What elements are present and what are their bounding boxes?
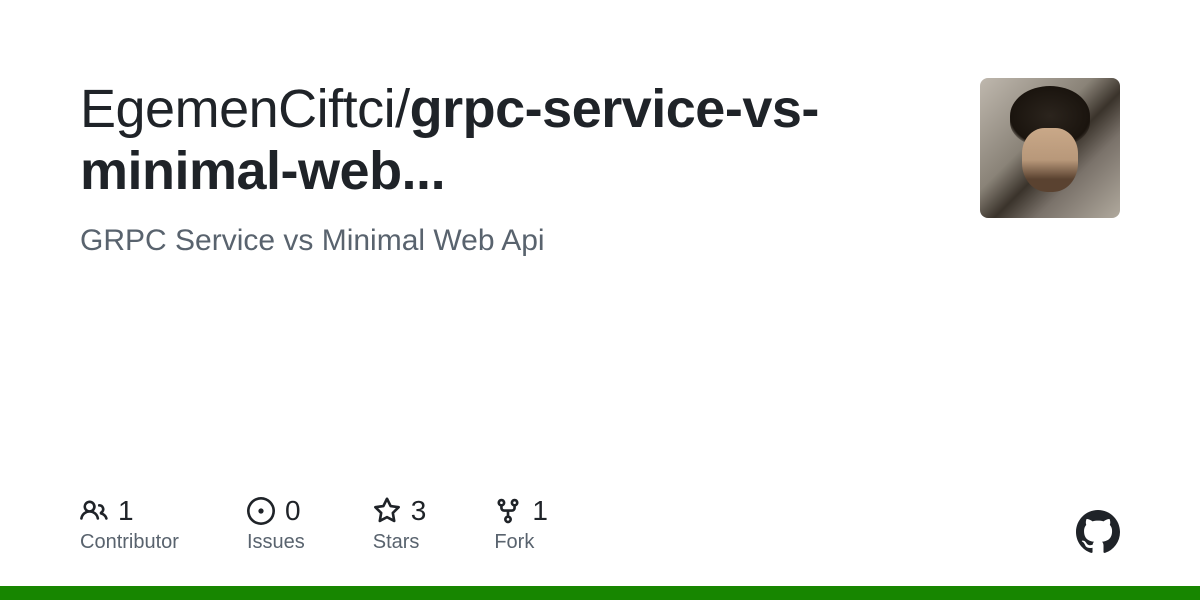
- language-accent-bar: [0, 586, 1200, 600]
- repo-owner: EgemenCiftci: [80, 79, 395, 139]
- stat-stars: 3 Stars: [373, 495, 427, 554]
- stat-forks-value: 1: [532, 495, 548, 527]
- stat-forks-label: Fork: [494, 531, 548, 554]
- repo-forked-icon: [494, 497, 522, 525]
- star-icon: [373, 497, 401, 525]
- stat-contributors-value: 1: [118, 495, 134, 527]
- avatar: [980, 78, 1120, 218]
- people-icon: [80, 497, 108, 525]
- stat-contributors-label: Contributor: [80, 531, 179, 554]
- stat-forks: 1 Fork: [494, 495, 548, 554]
- stats-row: 1 Contributor 0 Issues 3: [80, 495, 1120, 554]
- stat-stars-value: 3: [411, 495, 427, 527]
- header-row: EgemenCiftci/grpc-service-vs-minimal-web…: [80, 78, 1120, 258]
- repo-title: EgemenCiftci/grpc-service-vs-minimal-web…: [80, 78, 940, 202]
- stat-contributors: 1 Contributor: [80, 495, 179, 554]
- repo-description: GRPC Service vs Minimal Web Api: [80, 224, 940, 258]
- stat-stars-label: Stars: [373, 531, 427, 554]
- stat-issues: 0 Issues: [247, 495, 305, 554]
- stat-issues-label: Issues: [247, 531, 305, 554]
- issue-opened-icon: [247, 497, 275, 525]
- title-block: EgemenCiftci/grpc-service-vs-minimal-web…: [80, 78, 980, 258]
- github-logo-icon: [1076, 510, 1120, 554]
- repo-separator: /: [395, 79, 410, 139]
- social-preview-card: EgemenCiftci/grpc-service-vs-minimal-web…: [0, 0, 1200, 600]
- stats-list: 1 Contributor 0 Issues 3: [80, 495, 548, 554]
- stat-issues-value: 0: [285, 495, 301, 527]
